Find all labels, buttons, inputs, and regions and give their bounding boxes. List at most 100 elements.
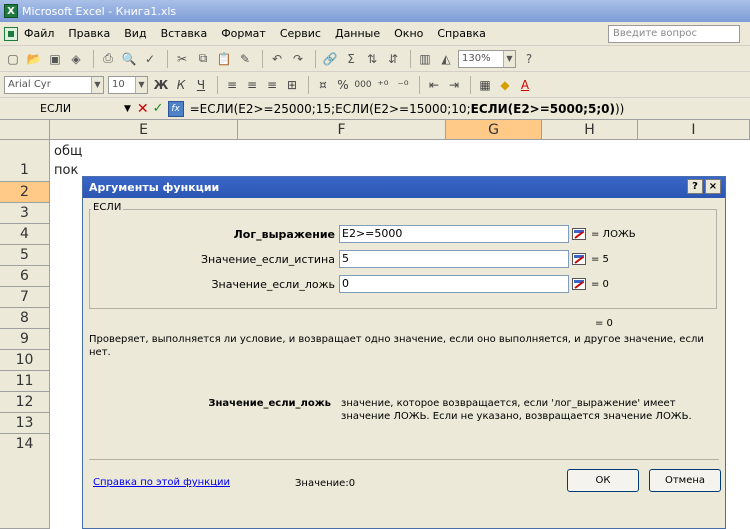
row-header-14[interactable]: 14 bbox=[0, 434, 50, 529]
redo-icon[interactable]: ↷ bbox=[289, 50, 307, 68]
row-header-7[interactable]: 7 bbox=[0, 287, 50, 308]
help-icon[interactable]: ? bbox=[520, 50, 538, 68]
sort-asc-icon[interactable]: ⇅ bbox=[363, 50, 381, 68]
decrease-decimal-icon[interactable]: ⁻⁰ bbox=[394, 76, 412, 94]
increase-decimal-icon[interactable]: ⁺⁰ bbox=[374, 76, 392, 94]
autosum-icon[interactable]: Σ bbox=[342, 50, 360, 68]
zoom-select[interactable]: 130% ▼ bbox=[458, 49, 516, 68]
formula-prefix: =ЕСЛИ(E2>=25000;15;ЕСЛИ(E2>=15000;10; bbox=[189, 101, 471, 116]
chevron-down-icon[interactable]: ▼ bbox=[503, 50, 515, 67]
align-right-icon[interactable]: ≡ bbox=[263, 76, 281, 94]
row-header-9[interactable]: 9 bbox=[0, 329, 50, 350]
help-question-input[interactable]: Введите вопрос bbox=[608, 25, 740, 43]
logical-test-input[interactable]: E2>=5000 bbox=[339, 225, 569, 243]
sort-desc-icon[interactable]: ⇵ bbox=[384, 50, 402, 68]
italic-button[interactable]: К bbox=[172, 76, 190, 94]
fill-color-icon[interactable]: ◆ bbox=[496, 76, 514, 94]
drawing-icon[interactable]: ◭ bbox=[437, 50, 455, 68]
enter-entry-icon[interactable]: ✓ bbox=[153, 101, 164, 116]
select-all-corner[interactable] bbox=[0, 120, 50, 140]
insert-function-icon[interactable]: fx bbox=[167, 100, 184, 117]
row-header-2[interactable]: 2 bbox=[0, 182, 50, 203]
chart-wizard-icon[interactable]: ▥ bbox=[416, 50, 434, 68]
hyperlink-icon[interactable]: 🔗 bbox=[321, 50, 339, 68]
row-header-3[interactable]: 3 bbox=[0, 203, 50, 224]
permission-icon[interactable]: ◈ bbox=[67, 50, 85, 68]
new-icon[interactable]: ▢ bbox=[4, 50, 22, 68]
menu-format[interactable]: Формат bbox=[221, 27, 266, 40]
dialog-title-bar[interactable]: Аргументы функции ? × bbox=[83, 177, 725, 198]
function-help-link[interactable]: Справка по этой функции bbox=[93, 477, 230, 488]
chevron-down-icon[interactable]: ▼ bbox=[135, 76, 147, 93]
toolbar-separator bbox=[167, 49, 168, 68]
menu-view[interactable]: Вид bbox=[124, 27, 146, 40]
font-size-select[interactable]: 10 ▼ bbox=[108, 75, 148, 94]
merge-center-icon[interactable]: ⊞ bbox=[283, 76, 301, 94]
column-header-i[interactable]: I bbox=[638, 120, 750, 140]
chevron-down-icon[interactable]: ▼ bbox=[91, 76, 103, 93]
function-arguments-dialog: Аргументы функции ? × ЕСЛИ Лог_выражение… bbox=[82, 176, 726, 529]
print-icon[interactable]: ⎙ bbox=[99, 50, 117, 68]
menu-insert[interactable]: Вставка bbox=[161, 27, 208, 40]
ok-button[interactable]: ОК bbox=[567, 469, 639, 492]
menu-help[interactable]: Справка bbox=[437, 27, 485, 40]
dialog-help-button[interactable]: ? bbox=[687, 179, 703, 194]
bold-button[interactable]: Ж bbox=[152, 76, 170, 94]
column-header-h[interactable]: H bbox=[542, 120, 638, 140]
name-box-dropdown-icon[interactable]: ▼ bbox=[124, 104, 131, 114]
value-if-false-input[interactable]: 0 bbox=[339, 275, 569, 293]
align-center-icon[interactable]: ≡ bbox=[243, 76, 261, 94]
row-header-6[interactable]: 6 bbox=[0, 266, 50, 287]
row-header-1[interactable]: 1 bbox=[0, 140, 50, 182]
cell-e1-line1[interactable]: общ bbox=[54, 144, 82, 159]
menu-edit[interactable]: Правка bbox=[68, 27, 110, 40]
currency-icon[interactable]: ¤ bbox=[314, 76, 332, 94]
undo-icon[interactable]: ↶ bbox=[268, 50, 286, 68]
menu-data[interactable]: Данные bbox=[335, 27, 380, 40]
row-header-8[interactable]: 8 bbox=[0, 308, 50, 329]
function-description: Проверяет, выполняется ли условие, и воз… bbox=[89, 334, 704, 358]
spelling-icon[interactable]: ✓ bbox=[141, 50, 159, 68]
copy-icon[interactable]: ⧉ bbox=[194, 50, 212, 68]
row-header-11[interactable]: 11 bbox=[0, 371, 50, 392]
column-header-g[interactable]: G bbox=[446, 120, 542, 140]
paste-icon[interactable]: 📋 bbox=[215, 50, 233, 68]
format-painter-icon[interactable]: ✎ bbox=[236, 50, 254, 68]
print-preview-icon[interactable]: 🔍 bbox=[120, 50, 138, 68]
font-name-select[interactable]: Arial Cyr ▼ bbox=[4, 75, 104, 94]
collapse-dialog-icon[interactable] bbox=[571, 276, 587, 292]
font-color-icon[interactable]: A bbox=[516, 76, 534, 94]
formula-input[interactable]: =ЕСЛИ(E2>=25000;15;ЕСЛИ(E2>=15000;10;ЕСЛ… bbox=[190, 102, 625, 116]
row-header-12[interactable]: 12 bbox=[0, 392, 50, 413]
underline-button[interactable]: Ч bbox=[192, 76, 210, 94]
percent-button[interactable]: % bbox=[334, 76, 352, 94]
increase-indent-icon[interactable]: ⇥ bbox=[445, 76, 463, 94]
cell-e1-line2[interactable]: пок bbox=[54, 163, 78, 178]
menu-file[interactable]: Файл bbox=[24, 27, 54, 40]
row-header-4[interactable]: 4 bbox=[0, 224, 50, 245]
column-header-f[interactable]: F bbox=[238, 120, 446, 140]
row-header-13[interactable]: 13 bbox=[0, 413, 50, 434]
arg-label-logical-test: Лог_выражение bbox=[233, 227, 335, 241]
cancel-entry-icon[interactable]: ✕ bbox=[137, 101, 149, 117]
column-header-e[interactable]: E bbox=[50, 120, 238, 140]
dialog-close-button[interactable]: × bbox=[705, 179, 721, 194]
cancel-button[interactable]: Отмена bbox=[649, 469, 721, 492]
align-left-icon[interactable]: ≡ bbox=[223, 76, 241, 94]
decrease-indent-icon[interactable]: ⇤ bbox=[425, 76, 443, 94]
borders-icon[interactable]: ▦ bbox=[476, 76, 494, 94]
cut-icon[interactable]: ✂ bbox=[173, 50, 191, 68]
thousands-button[interactable]: 000 bbox=[354, 76, 372, 94]
collapse-dialog-icon[interactable] bbox=[571, 226, 587, 242]
row-header-5[interactable]: 5 bbox=[0, 245, 50, 266]
save-icon[interactable]: ▣ bbox=[46, 50, 64, 68]
toolbar-separator bbox=[217, 75, 218, 94]
name-box[interactable]: ЕСЛИ bbox=[40, 100, 124, 118]
menu-tools[interactable]: Сервис bbox=[280, 27, 321, 40]
workbook-icon[interactable] bbox=[4, 26, 18, 41]
menu-window[interactable]: Окно bbox=[394, 27, 423, 40]
collapse-dialog-icon[interactable] bbox=[571, 251, 587, 267]
open-icon[interactable]: 📂 bbox=[25, 50, 43, 68]
value-if-true-input[interactable]: 5 bbox=[339, 250, 569, 268]
row-header-10[interactable]: 10 bbox=[0, 350, 50, 371]
